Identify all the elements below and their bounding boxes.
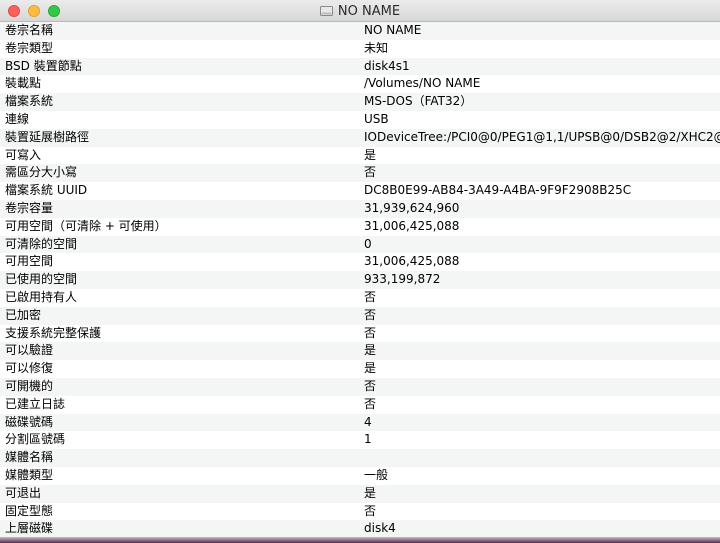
info-value: 933,199,872: [364, 272, 441, 287]
info-value: NO NAME: [364, 23, 422, 37]
info-label: 需區分大小寫: [5, 165, 78, 180]
desktop-background-strip: [0, 537, 720, 543]
info-label: 檔案系統: [5, 94, 54, 109]
info-row: 可用空間 31,006,425,088: [0, 253, 720, 272]
info-row: 可寫入 是: [0, 146, 720, 165]
info-label: 上層磁碟: [5, 521, 54, 536]
info-value: 否: [364, 325, 377, 340]
info-label: 檔案系統 UUID: [5, 183, 88, 198]
drive-icon: [319, 5, 333, 17]
info-value: disk4: [364, 521, 396, 536]
info-row: 已使用的空間 933,199,872: [0, 271, 720, 289]
info-value: 否: [364, 378, 377, 393]
info-label: 卷宗類型: [5, 40, 54, 55]
info-row: 可清除的空間 0: [0, 235, 720, 254]
window-title-area: NO NAME: [0, 0, 720, 22]
info-table: 卷宗名稱 NO NAME 卷宗類型 未知 BSD 裝置節點 disk4s1 裝載點/Volu…: [0, 22, 720, 539]
info-value: 否: [364, 165, 377, 180]
info-value: 否: [364, 503, 377, 518]
info-label: 媒體類型: [5, 467, 54, 482]
info-value: 31,006,425,088: [364, 218, 460, 233]
info-label: 可開機的: [5, 378, 54, 393]
info-value: 否: [364, 307, 377, 322]
info-label: 磁碟號碼: [5, 414, 54, 429]
info-row: 固定型態 否: [0, 502, 720, 521]
info-row: 分割區號碼 1: [0, 431, 720, 450]
info-row: 連線 USB: [0, 110, 720, 129]
info-row: 可以修復 是: [0, 360, 720, 378]
info-value: 否: [364, 289, 377, 304]
info-value: 是: [364, 147, 377, 162]
info-label: 可以驗證: [5, 343, 54, 358]
info-row: 卷宗容量 31,939,624,960: [0, 199, 720, 218]
info-row: 裝置延展樹路徑 IODeviceTree:/PCI0@0/PEG1@1,1/UPS…: [0, 128, 720, 147]
title-bar[interactable]: NO NAME: [0, 0, 720, 22]
info-label: BSD 裝置節點: [5, 58, 82, 73]
info-value: 31,006,425,088: [364, 254, 460, 269]
info-label: 可用空間: [5, 254, 54, 269]
info-row: 可退出 是: [0, 484, 720, 503]
info-value: DC8B0E99-AB84-3A49-A4BA-9F9F2908B25C: [364, 183, 632, 198]
info-value: 一般: [364, 467, 389, 482]
info-value: 是: [364, 485, 377, 500]
info-value: USB: [364, 111, 389, 126]
info-label: 可用空間（可清除 + 可使用）: [5, 218, 167, 233]
info-label: 已加密: [5, 307, 42, 322]
info-row: 已加密 否: [0, 306, 720, 325]
info-label: 卷宗名稱: [5, 23, 54, 37]
info-value: 1: [364, 432, 372, 447]
info-value: 否: [364, 396, 377, 411]
window-title: NO NAME: [337, 3, 401, 19]
info-value: 是: [364, 361, 377, 376]
info-row: 需區分大小寫 否: [0, 164, 720, 183]
info-row: 檔案系統 MS-DOS（FAT32）: [0, 93, 720, 111]
info-row: 卷宗類型 未知: [0, 39, 720, 58]
info-value: 未知: [364, 40, 389, 55]
info-row: 媒體類型 一般: [0, 466, 720, 485]
info-row: 已啟用持有人 否: [0, 288, 720, 307]
info-label: 固定型態: [5, 503, 54, 518]
info-value: 31,939,624,960: [364, 200, 460, 215]
info-row: BSD 裝置節點 disk4s1: [0, 57, 720, 76]
info-row: 媒體名稱: [0, 449, 720, 467]
info-row: 已建立日誌 否: [0, 395, 720, 414]
info-row: 可用空間（可清除 + 可使用） 31,006,425,088: [0, 217, 720, 236]
info-label: 支援系統完整保護: [5, 325, 102, 340]
info-label: 分割區號碼: [5, 432, 66, 447]
info-value: disk4s1: [364, 58, 410, 73]
info-row: 檔案系統 UUID DC8B0E99-AB84-3A49-A4BA-9F9F290…: [0, 182, 720, 200]
info-row: 裝載點/Volumes/NO NAME: [0, 75, 720, 94]
info-row: 卷宗名稱 NO NAME: [0, 22, 720, 40]
info-label: 已使用的空間: [5, 272, 78, 287]
info-label: 媒體名稱: [5, 450, 54, 465]
info-label: 裝載點: [5, 76, 42, 91]
info-row: 支援系統完整保護 否: [0, 324, 720, 343]
info-value: 0: [364, 236, 372, 251]
info-value: 4: [364, 414, 372, 429]
info-window: NO NAME 卷宗名稱 NO NAME 卷宗類型 未知 BSD 裝置節點 disk4s1…: [0, 0, 720, 543]
info-value: MS-DOS（FAT32）: [364, 94, 473, 109]
info-label: 可寫入: [5, 147, 42, 162]
info-row: 上層磁碟 disk4: [0, 520, 720, 539]
info-value: IODeviceTree:/PCI0@0/PEG1@1,1/UPSB@0/DSB…: [364, 129, 720, 144]
info-label: 已建立日誌: [5, 396, 66, 411]
info-value: /Volumes/NO NAME: [364, 76, 481, 91]
info-label: 已啟用持有人: [5, 289, 78, 304]
info-row: 磁碟號碼 4: [0, 413, 720, 432]
info-label: 裝置延展樹路徑: [5, 129, 90, 144]
info-label: 可清除的空間: [5, 236, 78, 251]
info-label: 卷宗容量: [5, 200, 54, 215]
info-row: 可以驗證 是: [0, 342, 720, 361]
info-label: 連線: [5, 111, 30, 126]
info-row: 可開機的 否: [0, 377, 720, 396]
info-label: 可退出: [5, 485, 42, 500]
info-label: 可以修復: [5, 361, 54, 376]
info-value: 是: [364, 343, 377, 358]
